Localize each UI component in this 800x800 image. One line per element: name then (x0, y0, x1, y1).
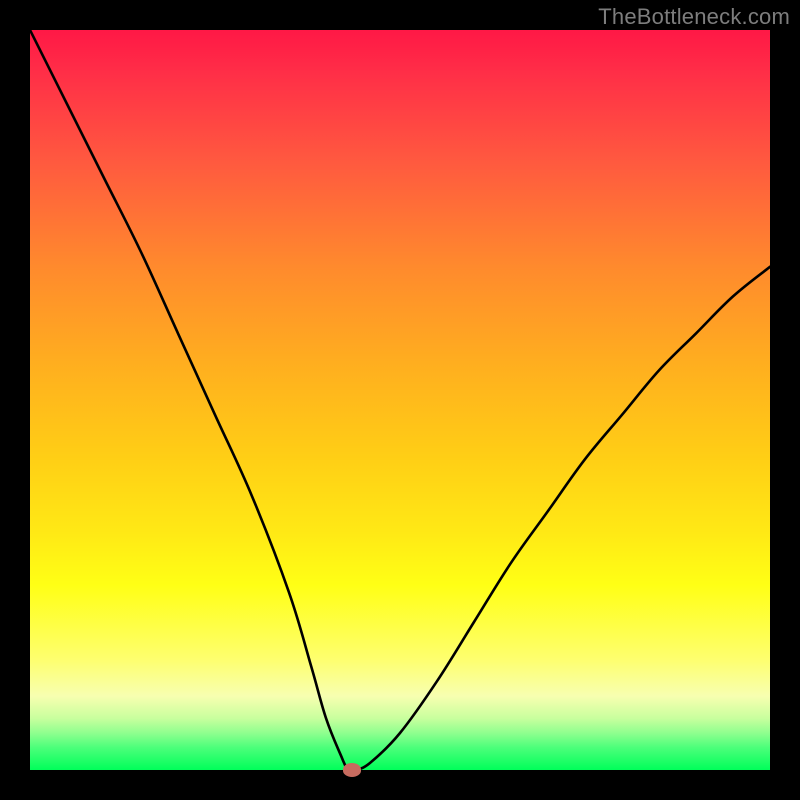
watermark-text: TheBottleneck.com (598, 4, 790, 30)
curve-svg (30, 30, 770, 770)
bottleneck-curve-path (30, 30, 770, 770)
plot-area (30, 30, 770, 770)
optimum-marker (343, 763, 361, 777)
chart-frame: TheBottleneck.com (0, 0, 800, 800)
